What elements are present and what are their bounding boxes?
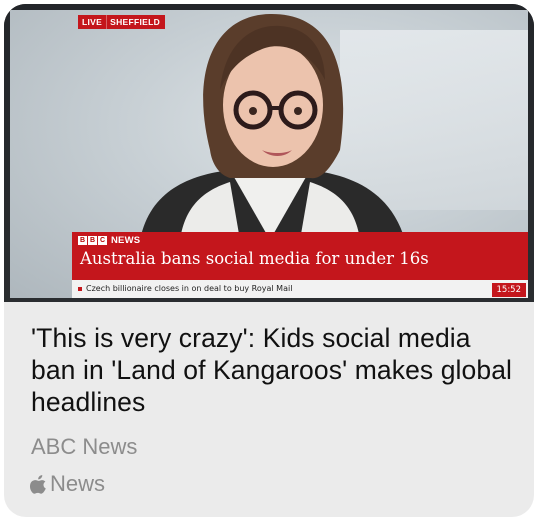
news-card[interactable]: LIVE SHEFFIELD B B C NEWS Australia bans… bbox=[4, 4, 534, 517]
brand-block: B bbox=[88, 236, 97, 245]
brand-block: B bbox=[78, 236, 87, 245]
bbc-news-logo: B B C NEWS bbox=[78, 235, 140, 246]
live-tag: LIVE SHEFFIELD bbox=[78, 15, 166, 29]
broadcast-clock: 15:52 bbox=[491, 283, 526, 297]
apple-news-source: News bbox=[30, 471, 105, 497]
apple-icon bbox=[30, 475, 46, 494]
bbc-lower-third: B B C NEWS Australia bans social media f… bbox=[72, 232, 528, 298]
broadcast-headline: Australia bans social media for under 16… bbox=[80, 249, 429, 268]
location-label: SHEFFIELD bbox=[106, 15, 166, 29]
source-label: News bbox=[50, 471, 106, 496]
headline-bar: B B C NEWS Australia bans social media f… bbox=[72, 232, 528, 280]
ticker-bar: Czech billionaire closes in on deal to b… bbox=[72, 280, 528, 298]
live-label: LIVE bbox=[78, 15, 107, 29]
brand-block: C bbox=[98, 236, 107, 245]
presenter-figure bbox=[140, 13, 405, 240]
ticker-bullet bbox=[78, 287, 82, 291]
brand-news-label: NEWS bbox=[111, 235, 141, 246]
ticker-text: Czech billionaire closes in on deal to b… bbox=[86, 284, 293, 293]
article-title[interactable]: 'This is very crazy': Kids social media … bbox=[31, 322, 521, 418]
tv-screen: LIVE SHEFFIELD B B C NEWS Australia bans… bbox=[10, 10, 528, 298]
publisher-name: ABC News bbox=[31, 434, 138, 459]
article-thumbnail: LIVE SHEFFIELD B B C NEWS Australia bans… bbox=[4, 4, 534, 302]
